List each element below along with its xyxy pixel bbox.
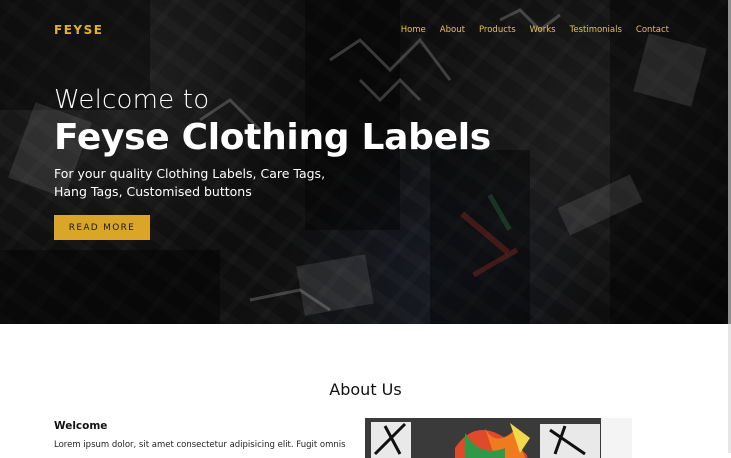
hero-subline: For your quality Clothing Labels, Care T… bbox=[54, 165, 374, 201]
hero-welcome: Welcome to bbox=[54, 85, 210, 115]
about-section-title: About Us bbox=[329, 380, 402, 399]
hero-text: Welcome to Feyse Clothing Labels For you… bbox=[54, 86, 491, 201]
read-more-button[interactable]: READ MORE bbox=[54, 215, 150, 240]
hero-headline: Feyse Clothing Labels bbox=[54, 116, 491, 158]
nav-link-contact[interactable]: Contact bbox=[636, 25, 669, 35]
nav-link-about[interactable]: About bbox=[440, 25, 465, 35]
nav-link-products[interactable]: Products bbox=[479, 25, 516, 35]
about-heading: Welcome bbox=[54, 420, 108, 432]
about-image-art bbox=[365, 418, 632, 458]
nav-link-home[interactable]: Home bbox=[401, 25, 426, 35]
hero-section: FEYSE Home About Products Works Testimon… bbox=[0, 0, 731, 324]
main-nav: Home About Products Works Testimonials C… bbox=[401, 25, 669, 35]
nav-link-works[interactable]: Works bbox=[530, 25, 556, 35]
about-image bbox=[365, 418, 632, 458]
brand-logo[interactable]: FEYSE bbox=[54, 23, 103, 37]
nav-link-testimonials[interactable]: Testimonials bbox=[570, 25, 622, 35]
hero-subline-line-1: For your quality Clothing Labels, Care T… bbox=[54, 165, 326, 181]
hero-subline-line-2: Hang Tags, Customised buttons bbox=[54, 183, 252, 199]
about-paragraph: Lorem ipsum dolor, sit amet consectetur … bbox=[54, 440, 346, 450]
